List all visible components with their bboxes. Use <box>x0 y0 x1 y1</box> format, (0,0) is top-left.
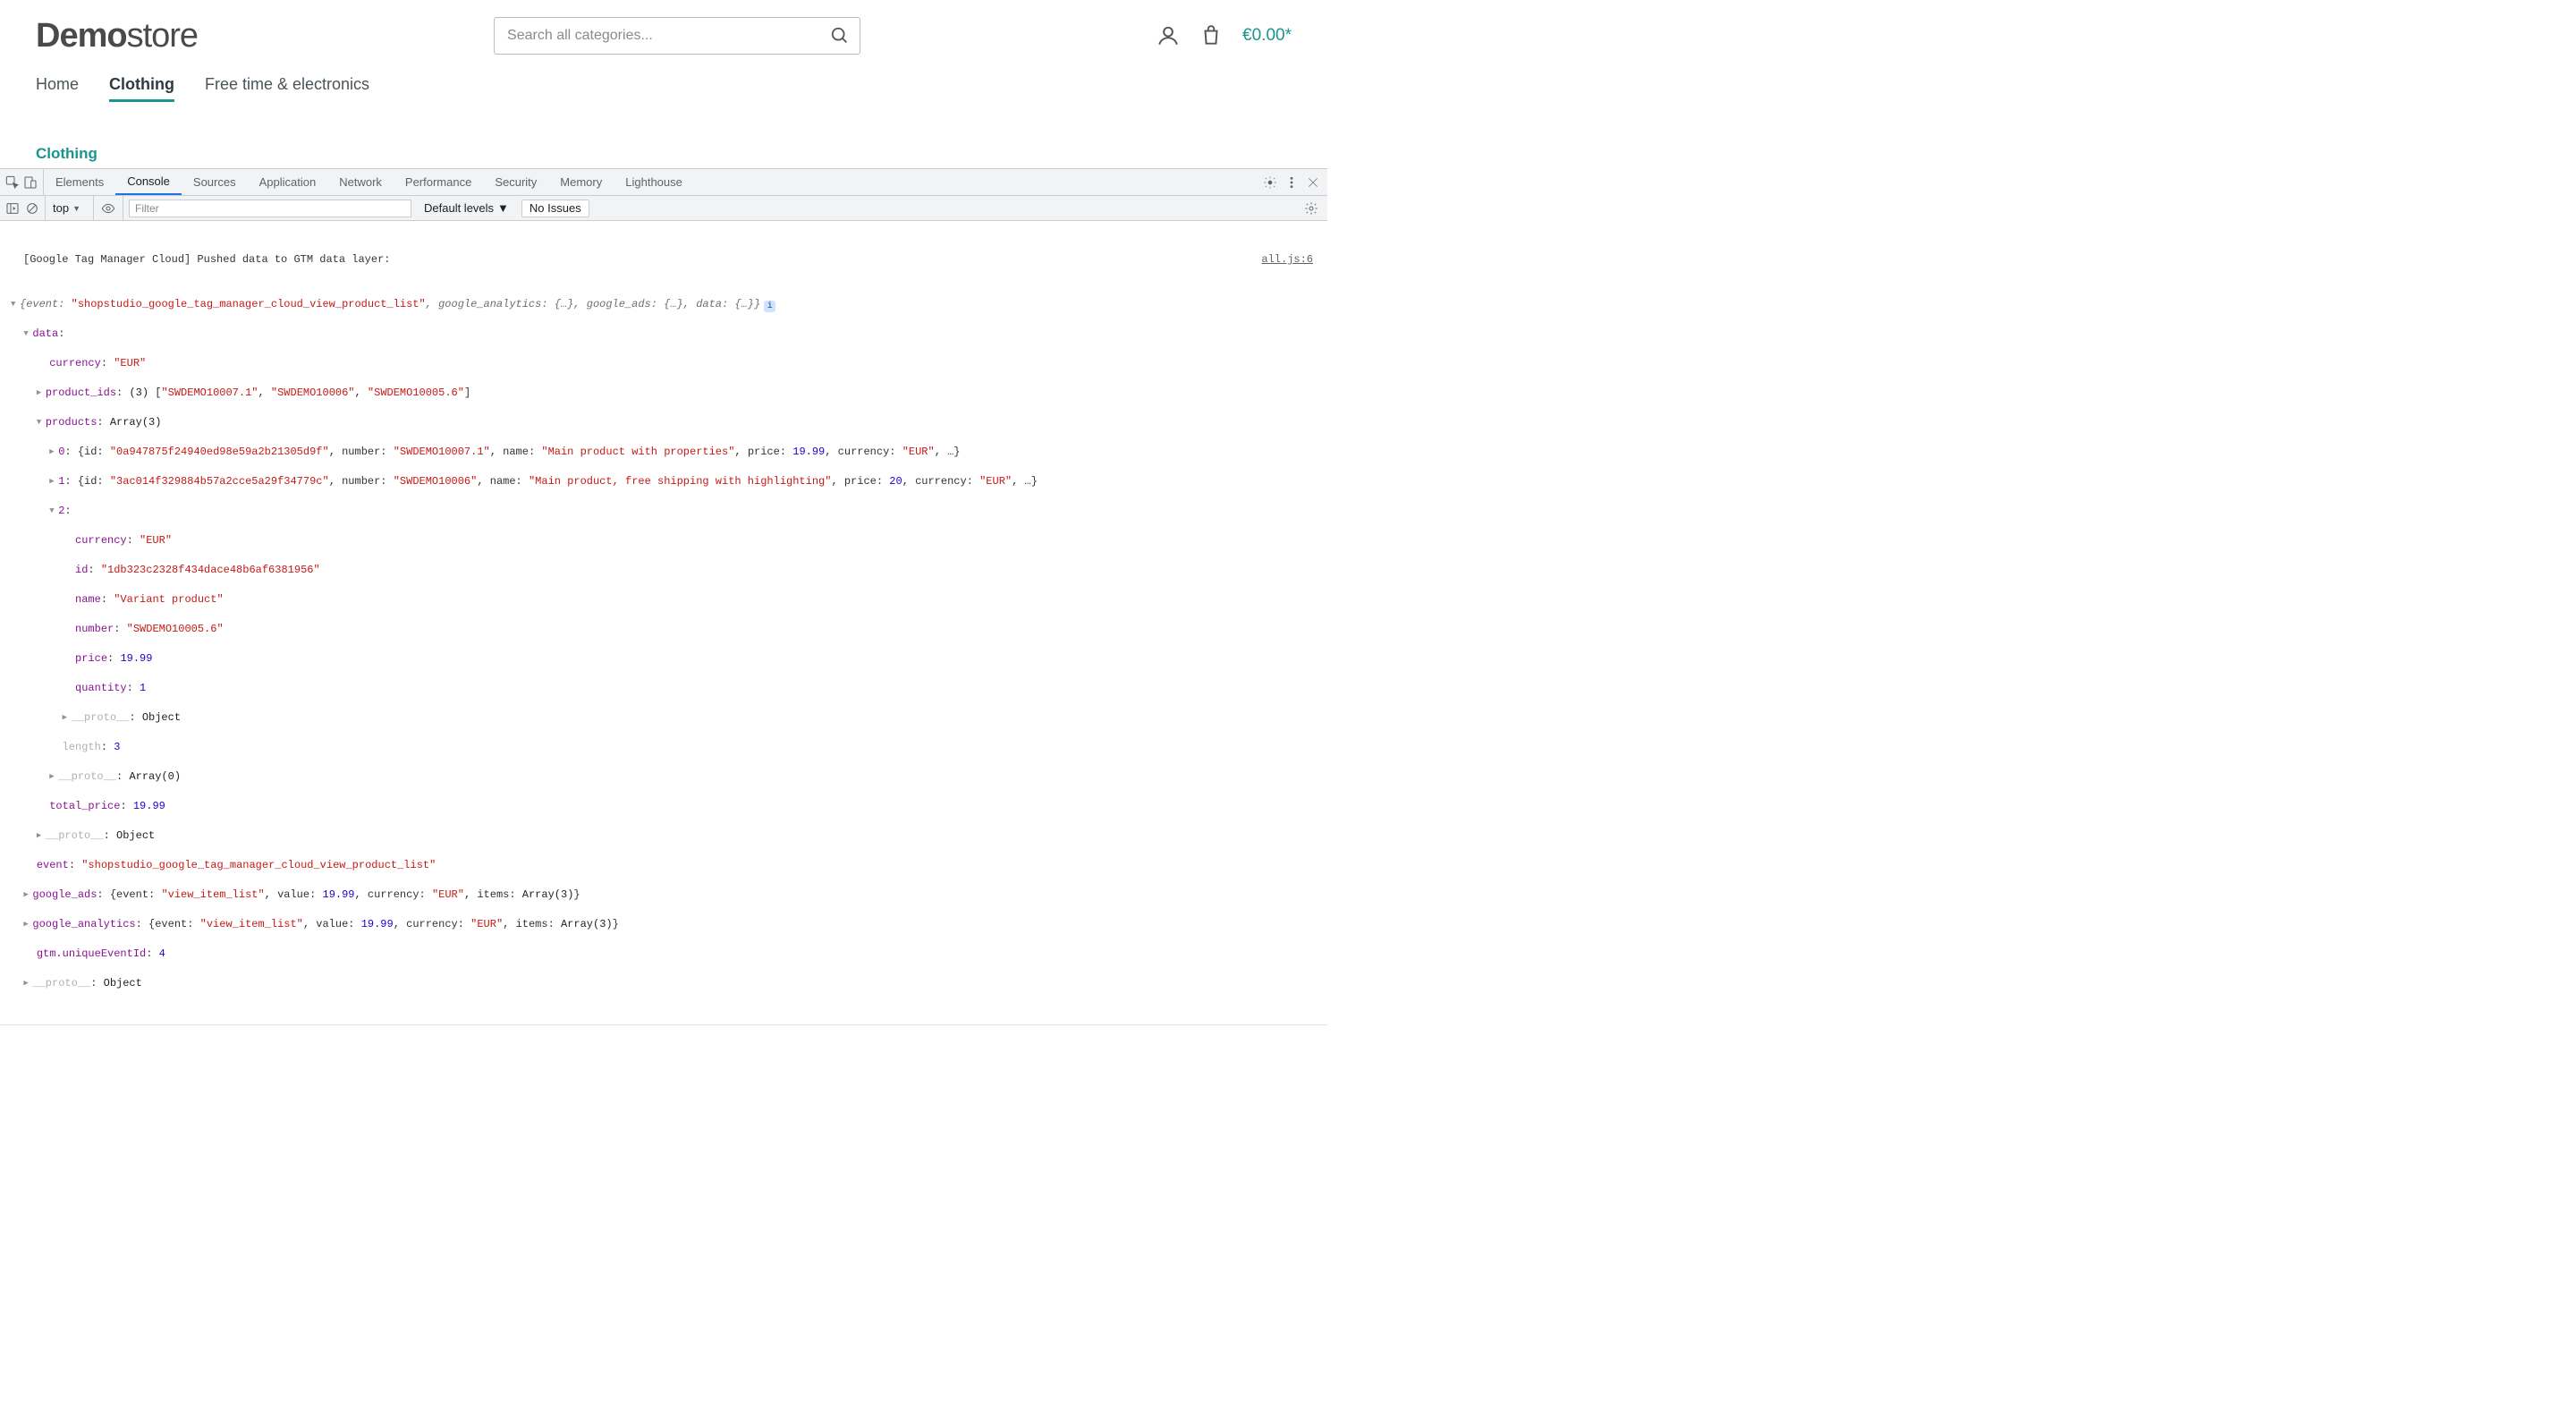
close-icon[interactable] <box>1306 175 1320 190</box>
search-input[interactable] <box>494 17 860 55</box>
toggle-sidebar-icon[interactable] <box>5 201 20 216</box>
breadcrumb[interactable]: Clothing <box>0 111 1327 168</box>
tab-lighthouse[interactable]: Lighthouse <box>614 169 694 195</box>
source-link[interactable]: all.js:6 <box>1261 252 1320 268</box>
console-settings-icon[interactable] <box>1304 201 1318 216</box>
disclosure-triangle[interactable]: ▶ <box>49 474 58 489</box>
levels-label: Default levels <box>424 201 494 215</box>
live-expression-icon[interactable] <box>101 201 115 216</box>
logo-light: store <box>127 17 198 55</box>
tab-console[interactable]: Console <box>115 169 182 195</box>
tab-network[interactable]: Network <box>327 169 394 195</box>
device-toggle-icon[interactable] <box>23 175 38 190</box>
search-icon[interactable] <box>830 26 850 46</box>
tab-sources[interactable]: Sources <box>182 169 248 195</box>
logo-bold: Demo <box>36 17 127 55</box>
console-filter-input[interactable] <box>129 200 411 217</box>
clear-console-icon[interactable] <box>25 201 39 216</box>
disclosure-triangle[interactable]: ▼ <box>11 297 20 312</box>
console-toolbar: top ▼ Default levels ▼ No Issues <box>0 196 1327 221</box>
context-label: top <box>53 201 69 215</box>
disclosure-triangle[interactable]: ▼ <box>37 415 46 430</box>
tab-performance[interactable]: Performance <box>394 169 483 195</box>
disclosure-triangle[interactable]: ▼ <box>49 504 58 519</box>
nav-home[interactable]: Home <box>36 75 79 102</box>
main-nav: Home Clothing Free time & electronics <box>0 63 1327 111</box>
disclosure-triangle[interactable]: ▶ <box>37 386 46 401</box>
disclosure-triangle[interactable]: ▶ <box>23 976 32 991</box>
disclosure-triangle[interactable]: ▶ <box>49 445 58 460</box>
log-levels-selector[interactable]: Default levels ▼ <box>417 201 516 215</box>
chevron-down-icon: ▼ <box>497 201 509 215</box>
chevron-down-icon: ▼ <box>72 204 80 213</box>
info-badge-icon[interactable]: i <box>764 301 775 312</box>
nav-clothing[interactable]: Clothing <box>109 75 174 102</box>
cart-icon[interactable] <box>1199 24 1223 47</box>
devtools-tabbar: Elements Console Sources Application Net… <box>0 169 1327 196</box>
kebab-menu-icon[interactable] <box>1284 175 1299 190</box>
tab-memory[interactable]: Memory <box>548 169 614 195</box>
tab-security[interactable]: Security <box>483 169 548 195</box>
devtools-panel: Elements Console Sources Application Net… <box>0 168 1327 1062</box>
settings-gear-icon[interactable] <box>1263 175 1277 190</box>
nav-free-time-electronics[interactable]: Free time & electronics <box>205 75 369 102</box>
inspect-icon[interactable] <box>5 175 20 190</box>
disclosure-triangle[interactable]: ▶ <box>63 710 72 726</box>
tab-elements[interactable]: Elements <box>44 169 115 195</box>
issues-button[interactable]: No Issues <box>521 200 589 217</box>
console-output: [Google Tag Manager Cloud] Pushed data t… <box>0 221 1327 1062</box>
tab-application[interactable]: Application <box>248 169 328 195</box>
account-icon[interactable] <box>1157 24 1180 47</box>
execution-context-selector[interactable]: top ▼ <box>45 196 88 220</box>
issues-label: No Issues <box>530 201 581 215</box>
store-logo[interactable]: Demostore <box>36 17 198 55</box>
cart-total[interactable]: €0.00* <box>1242 26 1292 46</box>
disclosure-triangle[interactable]: ▶ <box>23 888 32 903</box>
disclosure-triangle[interactable]: ▶ <box>23 917 32 932</box>
disclosure-triangle[interactable]: ▶ <box>49 769 58 785</box>
disclosure-triangle[interactable]: ▶ <box>37 828 46 844</box>
disclosure-triangle[interactable]: ▼ <box>23 327 32 342</box>
log-intro-text: [Google Tag Manager Cloud] Pushed data t… <box>23 252 390 268</box>
